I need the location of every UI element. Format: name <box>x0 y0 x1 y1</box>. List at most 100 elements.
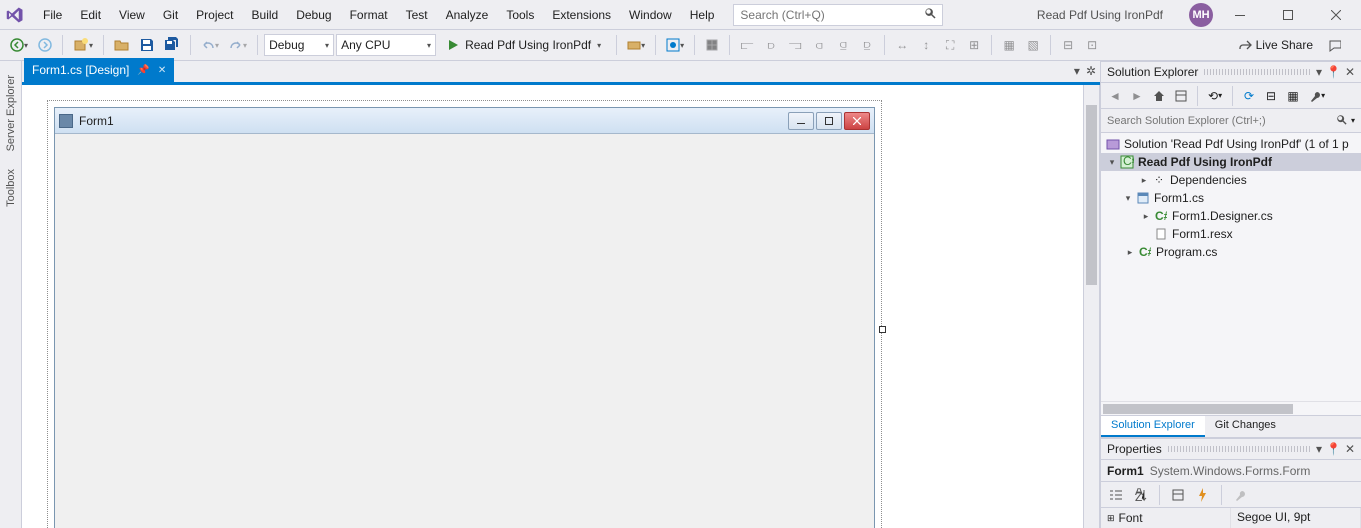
size-button[interactable]: ⛶ <box>939 33 961 57</box>
platform-combo[interactable]: Any CPU▾ <box>336 34 436 56</box>
search-icon[interactable] <box>1336 114 1347 128</box>
align-center-button[interactable]: ⫐ <box>760 33 782 57</box>
tab-git-changes[interactable]: Git Changes <box>1205 416 1286 437</box>
categorized-button[interactable] <box>1105 483 1127 507</box>
tree-designer-file-node[interactable]: ▸ C# Form1.Designer.cs <box>1101 207 1361 225</box>
designer-surface[interactable]: Form1 <box>22 85 1100 528</box>
menu-test[interactable]: Test <box>397 4 437 26</box>
send-back-button[interactable]: ▧ <box>1022 33 1044 57</box>
nav-forward-button[interactable] <box>34 33 56 57</box>
tab-solution-explorer[interactable]: Solution Explorer <box>1101 416 1205 437</box>
tree-project-node[interactable]: ▾ C# Read Pdf Using IronPdf <box>1101 153 1361 171</box>
menu-file[interactable]: File <box>34 4 71 26</box>
tree-dependencies-node[interactable]: ▸ ⁘ Dependencies <box>1101 171 1361 189</box>
window-maximize-button[interactable] <box>1267 1 1309 29</box>
align-middle-button[interactable]: ⫑ <box>832 33 854 57</box>
search-icon[interactable] <box>924 7 936 22</box>
panel-dropdown-icon[interactable]: ▾ <box>1316 65 1322 79</box>
designed-form[interactable]: Form1 <box>54 107 875 528</box>
toolbar-btn-b[interactable]: ▾ <box>662 33 688 57</box>
expander-icon[interactable]: ▸ <box>1137 175 1151 186</box>
panel-close-icon[interactable]: ✕ <box>1345 442 1355 456</box>
align-bottom-button[interactable]: ⫒ <box>856 33 878 57</box>
pin-icon[interactable]: 📌 <box>137 65 149 76</box>
menu-analyze[interactable]: Analyze <box>437 4 498 26</box>
redo-button[interactable]: ▾ <box>225 33 251 57</box>
menu-debug[interactable]: Debug <box>287 4 340 26</box>
se-search-input[interactable] <box>1107 115 1336 127</box>
se-search-dropdown-icon[interactable]: ▾ <box>1351 116 1355 125</box>
hspace-button[interactable]: ↔ <box>891 33 913 57</box>
align-left-button[interactable]: ⫍ <box>736 33 758 57</box>
properties-object-combo[interactable]: Form1 System.Windows.Forms.Form <box>1101 460 1361 482</box>
server-explorer-tab[interactable]: Server Explorer <box>3 67 19 159</box>
resize-handle-e[interactable] <box>879 326 886 333</box>
vertical-scrollbar[interactable] <box>1083 85 1099 528</box>
save-all-button[interactable] <box>160 33 184 57</box>
properties-row-font[interactable]: ⊞Font Segoe UI, 9pt <box>1101 508 1361 528</box>
user-avatar[interactable]: MH <box>1189 3 1213 27</box>
panel-pin-icon[interactable]: 📍 <box>1326 65 1341 79</box>
se-switch-views-button[interactable] <box>1171 85 1191 107</box>
align-grid-button[interactable] <box>701 33 723 57</box>
alphabetical-button[interactable]: AZ <box>1130 483 1152 507</box>
form-selection-outline[interactable]: Form1 <box>47 100 882 528</box>
menu-window[interactable]: Window <box>620 4 681 26</box>
document-tab-form1[interactable]: Form1.cs [Design] 📌 ✕ <box>24 58 174 82</box>
se-home-button[interactable] <box>1149 85 1169 107</box>
menu-build[interactable]: Build <box>243 4 288 26</box>
panel-close-icon[interactable]: ✕ <box>1345 65 1355 79</box>
menu-edit[interactable]: Edit <box>71 4 110 26</box>
quick-launch-input[interactable] <box>740 8 924 22</box>
feedback-button[interactable] <box>1323 33 1345 57</box>
tree-solution-node[interactable]: Solution 'Read Pdf Using IronPdf' (1 of … <box>1101 135 1361 153</box>
se-showall-button[interactable]: ▦ <box>1283 85 1303 107</box>
menu-extensions[interactable]: Extensions <box>543 4 620 26</box>
expander-icon[interactable]: ▸ <box>1139 211 1153 222</box>
align-right-button[interactable]: ⫎ <box>784 33 806 57</box>
events-button[interactable] <box>1192 483 1214 507</box>
solution-tree[interactable]: Solution 'Read Pdf Using IronPdf' (1 of … <box>1101 133 1361 401</box>
toolbox-tab[interactable]: Toolbox <box>3 161 19 215</box>
menu-view[interactable]: View <box>110 4 154 26</box>
menu-help[interactable]: Help <box>681 4 724 26</box>
se-sync-button[interactable]: ⟲▾ <box>1204 85 1226 107</box>
quick-launch-search[interactable] <box>733 4 943 26</box>
window-minimize-button[interactable] <box>1219 1 1261 29</box>
save-button[interactable] <box>136 33 158 57</box>
new-project-button[interactable]: ▾ <box>69 33 97 57</box>
undo-button[interactable]: ▾ <box>197 33 223 57</box>
center-h-button[interactable]: ⊞ <box>963 33 985 57</box>
bring-front-button[interactable]: ▦ <box>998 33 1020 57</box>
merge-button[interactable]: ⊡ <box>1081 33 1103 57</box>
menu-project[interactable]: Project <box>187 4 242 26</box>
form-client-area[interactable] <box>55 134 874 528</box>
tab-settings-icon[interactable]: ✲ <box>1086 64 1096 78</box>
se-back-button[interactable]: ◄ <box>1105 85 1125 107</box>
menu-tools[interactable]: Tools <box>497 4 543 26</box>
expander-icon[interactable]: ▾ <box>1121 193 1135 204</box>
live-share-button[interactable]: Live Share <box>1234 33 1317 57</box>
properties-header[interactable]: Properties ▾ 📍 ✕ <box>1101 438 1361 460</box>
se-properties-button[interactable]: ▾ <box>1305 85 1329 107</box>
nav-back-button[interactable]: ▾ <box>6 33 32 57</box>
se-refresh-button[interactable]: ⟳ <box>1239 85 1259 107</box>
tree-program-node[interactable]: ▸ C# Program.cs <box>1101 243 1361 261</box>
solution-explorer-header[interactable]: Solution Explorer ▾ 📍 ✕ <box>1101 61 1361 83</box>
tab-dropdown-icon[interactable]: ▾ <box>1074 64 1080 78</box>
panel-dropdown-icon[interactable]: ▾ <box>1316 442 1322 456</box>
tab-order-button[interactable]: ⊟ <box>1057 33 1079 57</box>
se-forward-button[interactable]: ► <box>1127 85 1147 107</box>
menu-format[interactable]: Format <box>341 4 397 26</box>
start-debug-button[interactable]: Read Pdf Using IronPdf ▾ <box>438 33 610 57</box>
tree-form-node[interactable]: ▾ Form1.cs <box>1101 189 1361 207</box>
se-horizontal-scrollbar[interactable] <box>1101 401 1361 415</box>
panel-pin-icon[interactable]: 📍 <box>1326 442 1341 456</box>
expander-icon[interactable]: ▾ <box>1105 157 1119 168</box>
config-combo[interactable]: Debug▾ <box>264 34 334 56</box>
align-top-button[interactable]: ⫏ <box>808 33 830 57</box>
tree-resx-node[interactable]: Form1.resx <box>1101 225 1361 243</box>
vspace-button[interactable]: ↕ <box>915 33 937 57</box>
properties-button[interactable] <box>1167 483 1189 507</box>
toolbar-btn-a[interactable]: ▾ <box>623 33 649 57</box>
